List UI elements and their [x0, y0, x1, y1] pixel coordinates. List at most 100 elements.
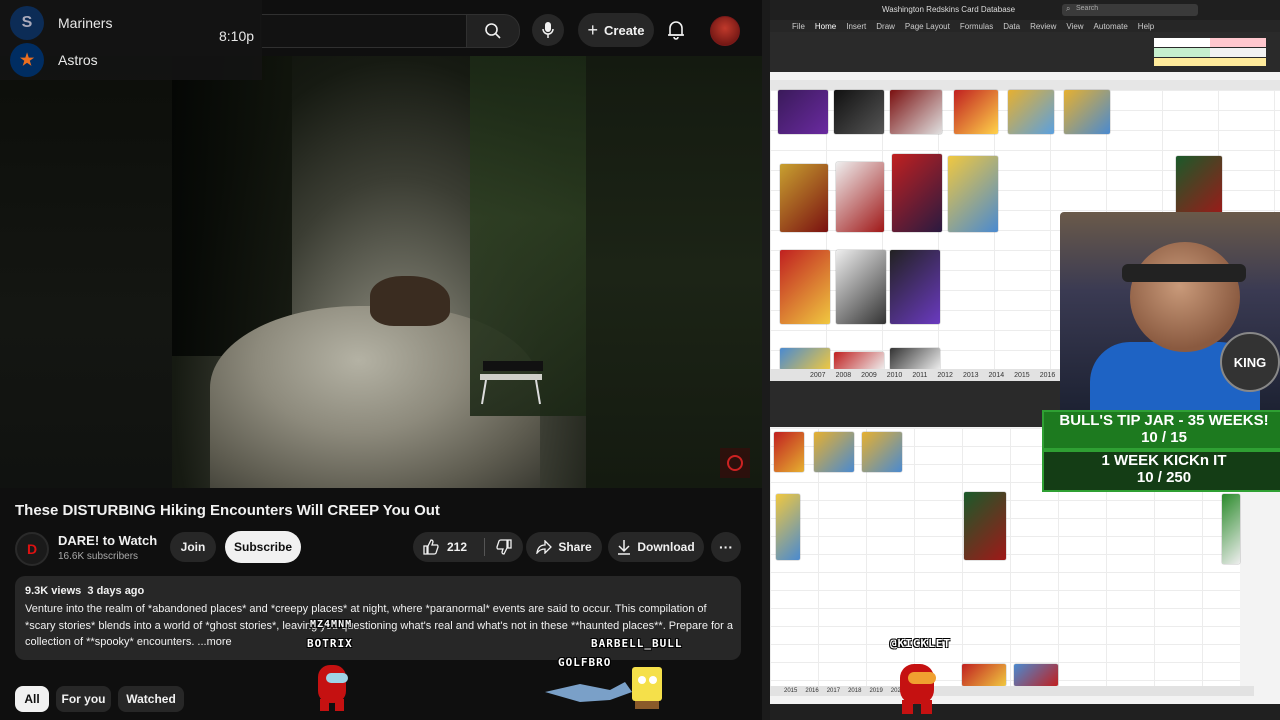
menu-file[interactable]: File	[792, 22, 805, 31]
share-button[interactable]: Share	[526, 532, 602, 562]
card-thumbnail[interactable]	[780, 164, 828, 232]
sheet-tab[interactable]: 2013	[963, 372, 979, 379]
account-avatar[interactable]	[710, 16, 740, 46]
crewmate-sprite-icon	[900, 664, 936, 714]
sheet-tabs-top[interactable]: 2007 2008 2009 2010 2011 2012 2013 2014 …	[770, 369, 1132, 381]
plus-icon: +	[587, 19, 599, 40]
sheet-tab[interactable]: 2009	[861, 372, 877, 379]
menu-review[interactable]: Review	[1030, 22, 1056, 31]
sheet-tab[interactable]: 2010	[887, 372, 903, 379]
card-thumbnail[interactable]	[1222, 494, 1240, 564]
card-thumbnail[interactable]	[780, 348, 830, 370]
cell-styles-gallery[interactable]	[1154, 38, 1210, 66]
channel-avatar[interactable]: D	[15, 532, 49, 566]
card-thumbnail[interactable]	[948, 156, 998, 232]
excel-title: Washington Redskins Card Database	[882, 5, 1016, 14]
card-thumbnail[interactable]	[890, 348, 940, 370]
tip-jar-goal: BULL'S TIP JAR - 35 WEEKS! 10 / 15	[1042, 410, 1280, 450]
sheet-tab[interactable]: 2014	[989, 372, 1005, 379]
card-thumbnail[interactable]	[964, 492, 1006, 560]
crewmate-sprite-icon	[318, 665, 348, 711]
video-title: These DISTURBING Hiking Encounters Will …	[15, 502, 440, 519]
search-input[interactable]	[260, 14, 466, 48]
subscriber-count: 16.6K subscribers	[58, 551, 139, 562]
overlay-name-3: BARBELL_BULL	[591, 637, 683, 650]
card-thumbnail[interactable]	[1176, 156, 1222, 218]
chip-for-you[interactable]: For you	[56, 686, 111, 712]
more-actions-button[interactable]: ···	[711, 532, 741, 562]
dinosaur-and-sponge-sprite-icon	[545, 667, 662, 709]
dislike-button[interactable]	[485, 532, 523, 562]
menu-automate[interactable]: Automate	[1094, 22, 1128, 31]
card-thumbnail[interactable]	[814, 432, 854, 472]
card-thumbnail[interactable]	[1008, 90, 1054, 134]
menu-page-layout[interactable]: Page Layout	[905, 22, 950, 31]
menu-home[interactable]: Home	[815, 22, 836, 31]
webcam-feed: KING	[1060, 212, 1280, 412]
download-label: Download	[637, 540, 695, 554]
card-thumbnail[interactable]	[962, 664, 1006, 686]
sheet-tab[interactable]: 2007	[810, 372, 826, 379]
sheet-tab[interactable]: 2011	[912, 372, 927, 379]
upload-date: 3 days ago	[87, 585, 145, 597]
excel-search-box[interactable]: ⌕ Search	[1062, 4, 1198, 16]
sheet-tabs-bottom[interactable]: 2015 2016 2017 2018 2019 2020	[770, 686, 1254, 696]
excel-window: Washington Redskins Card Database ⌕ Sear…	[770, 0, 1280, 720]
video-player[interactable]	[0, 56, 762, 488]
card-thumbnail[interactable]	[892, 154, 942, 232]
card-thumbnail[interactable]	[778, 90, 828, 134]
card-thumbnail[interactable]	[1014, 664, 1058, 686]
download-button[interactable]: Download	[608, 532, 704, 562]
menu-data[interactable]: Data	[1003, 22, 1020, 31]
sheet-tab[interactable]: 2016	[1040, 372, 1056, 379]
webcam-headband	[1122, 264, 1246, 282]
scoreboard-row-team1: S Mariners	[10, 6, 112, 40]
menu-insert[interactable]: Insert	[846, 22, 866, 31]
sheet-tab[interactable]: 2012	[937, 372, 953, 379]
excel-search-placeholder: Search	[1076, 5, 1099, 12]
search-button[interactable]	[466, 14, 520, 48]
sheet-tab[interactable]: 2016	[805, 688, 818, 694]
chip-watched[interactable]: Watched	[118, 686, 184, 712]
sheet-tab[interactable]: 2015	[784, 688, 797, 694]
channel-name[interactable]: DARE! to Watch	[58, 533, 157, 548]
like-button[interactable]: 212	[413, 532, 484, 562]
card-thumbnail[interactable]	[890, 90, 942, 134]
card-thumbnail[interactable]	[834, 90, 884, 134]
join-button[interactable]: Join	[170, 532, 216, 562]
search-icon: ⌕	[1066, 4, 1071, 13]
create-label: Create	[604, 22, 645, 38]
card-thumbnail[interactable]	[774, 432, 804, 472]
team1-name: Mariners	[58, 15, 113, 31]
subscribe-button[interactable]: Subscribe	[225, 531, 301, 563]
notifications-button[interactable]	[664, 18, 688, 42]
card-thumbnail[interactable]	[862, 432, 902, 472]
menu-help[interactable]: Help	[1138, 22, 1154, 31]
menu-formulas[interactable]: Formulas	[960, 22, 993, 31]
card-thumbnail[interactable]	[890, 250, 940, 324]
card-thumbnail[interactable]	[836, 250, 886, 324]
sheet-tab[interactable]: 2017	[827, 688, 840, 694]
menu-draw[interactable]: Draw	[876, 22, 895, 31]
card-thumbnail[interactable]	[834, 352, 884, 370]
sheet-tab[interactable]: 2015	[1014, 372, 1030, 379]
card-thumbnail[interactable]	[776, 494, 800, 560]
sheet-tab[interactable]: 2008	[836, 372, 852, 379]
card-thumbnail[interactable]	[780, 250, 830, 324]
sheet-tab[interactable]: 2019	[869, 688, 882, 694]
card-thumbnail[interactable]	[954, 90, 998, 134]
chip-all[interactable]: All	[15, 686, 49, 712]
voice-search-button[interactable]	[532, 14, 564, 46]
sheet-tab[interactable]: 2018	[848, 688, 861, 694]
create-button[interactable]: + Create	[578, 13, 654, 47]
cell-styles-gallery-2[interactable]	[1210, 38, 1266, 66]
menu-view[interactable]: View	[1066, 22, 1083, 31]
webcam-person	[1130, 242, 1240, 352]
channel-watermark-icon[interactable]	[720, 448, 750, 478]
excel-ribbon[interactable]	[770, 32, 1280, 72]
excel-ribbon-second[interactable]	[770, 381, 1070, 427]
window-divider	[762, 0, 770, 720]
card-thumbnail[interactable]	[836, 162, 884, 232]
card-thumbnail[interactable]	[1064, 90, 1110, 134]
windows-taskbar[interactable]	[770, 704, 1280, 720]
